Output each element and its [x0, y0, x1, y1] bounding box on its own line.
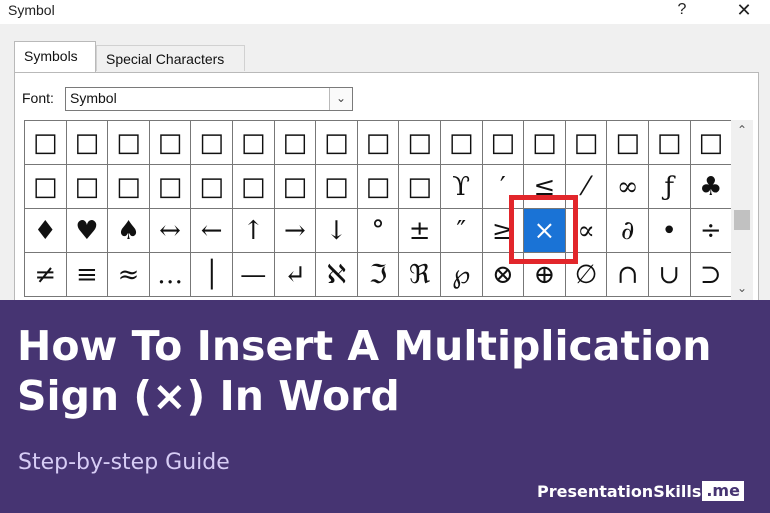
symbol-cell[interactable]: ♦: [25, 209, 67, 253]
symbol-cell[interactable]: □: [357, 165, 400, 209]
symbol-cell[interactable]: ⊕: [524, 253, 566, 297]
symbol-cell[interactable]: □: [316, 121, 358, 165]
page-title: How To Insert A Multiplication Sign (×) …: [17, 322, 712, 420]
symbol-cell[interactable]: ≈: [108, 253, 150, 297]
symbol-cell[interactable]: ℘: [440, 253, 483, 297]
symbol-cell[interactable]: □: [191, 121, 233, 165]
symbol-cell[interactable]: □: [607, 121, 649, 165]
dialog-title: Symbol: [8, 2, 55, 18]
symbol-cell[interactable]: ∩: [607, 253, 649, 297]
symbol-cell[interactable]: ⊗: [482, 253, 525, 297]
symbol-cell[interactable]: ↵: [274, 253, 317, 297]
symbol-cell[interactable]: ←: [191, 209, 233, 253]
symbol-cell[interactable]: □: [482, 121, 525, 165]
scroll-up-icon[interactable]: ⌃: [731, 120, 753, 140]
symbol-cell[interactable]: ♥: [66, 209, 109, 253]
symbol-cell[interactable]: ∝: [565, 209, 608, 253]
symbol-cell[interactable]: □: [648, 121, 691, 165]
symbol-cell[interactable]: ♠: [108, 209, 150, 253]
symbol-grid-row: ♦ ♥ ♠ ↔ ← ↑ → ↓ ° ± ″ ≥ × ∝ ∂ • ÷: [25, 209, 733, 253]
symbol-cell[interactable]: □: [232, 121, 275, 165]
symbol-cell[interactable]: □: [399, 121, 441, 165]
symbol-cell[interactable]: —: [232, 253, 275, 297]
brand-name: PresentationSkills: [537, 481, 702, 501]
grid-scrollbar[interactable]: ⌃ ⌄: [731, 120, 753, 300]
symbol-cell[interactable]: ≠: [25, 253, 67, 297]
symbol-cell[interactable]: □: [149, 121, 192, 165]
symbol-cell[interactable]: ƒ: [648, 165, 691, 209]
symbol-cell[interactable]: □: [108, 121, 150, 165]
symbol-cell[interactable]: □: [690, 121, 733, 165]
symbol-grid-row: □ □ □ □ □ □ □ □ □ □ ϒ ′ ≤ ⁄ ∞ ƒ ♣: [25, 165, 733, 209]
symbol-cell[interactable]: │: [191, 253, 233, 297]
symbol-cell[interactable]: ♣: [690, 165, 733, 209]
symbol-cell[interactable]: •: [648, 209, 691, 253]
symbol-cell[interactable]: □: [108, 165, 150, 209]
font-dropdown[interactable]: Symbol ⌄: [65, 87, 353, 111]
symbol-grid-row: ≠ ≡ ≈… │ — ↵ ℵ ℑ ℜ ℘ ⊗ ⊕ ∅ ∩ ∪ ⊃: [25, 253, 733, 297]
title-banner: How To Insert A Multiplication Sign (×) …: [0, 300, 770, 513]
symbol-cell[interactable]: □: [357, 121, 400, 165]
symbol-cell[interactable]: □: [274, 165, 317, 209]
symbol-cell[interactable]: □: [25, 165, 67, 209]
symbol-cell[interactable]: ″: [440, 209, 483, 253]
symbol-cell[interactable]: →: [274, 209, 317, 253]
symbol-cell[interactable]: □: [232, 165, 275, 209]
symbol-cell[interactable]: ≤: [524, 165, 566, 209]
brand-domain: .me: [702, 481, 744, 501]
symbol-cell[interactable]: ↓: [316, 209, 358, 253]
symbol-cell[interactable]: °: [357, 209, 400, 253]
dialog-titlebar: Symbol ? ✕: [0, 0, 770, 24]
symbol-cell[interactable]: □: [149, 165, 192, 209]
symbol-cell[interactable]: ⊃: [690, 253, 733, 297]
symbol-cell[interactable]: □: [565, 121, 608, 165]
symbol-cell[interactable]: …: [149, 253, 192, 297]
symbol-cell[interactable]: □: [440, 121, 483, 165]
symbol-cell[interactable]: ≡: [66, 253, 109, 297]
symbol-cell[interactable]: ℜ: [399, 253, 441, 297]
symbol-cell[interactable]: □: [66, 165, 109, 209]
symbol-cell[interactable]: ∞: [607, 165, 649, 209]
symbol-cell[interactable]: □: [316, 165, 358, 209]
symbol-cell[interactable]: ∅: [565, 253, 608, 297]
brand-logo: PresentationSkills .me: [537, 478, 744, 504]
symbol-cell[interactable]: ∂: [607, 209, 649, 253]
symbol-grid-row: □ □ □ □ □ □ □ □ □ □ □ □ □ □ □ □ □: [25, 121, 733, 165]
symbol-cell[interactable]: ∪: [648, 253, 691, 297]
symbol-cell[interactable]: □: [191, 165, 233, 209]
symbol-cell[interactable]: ℵ: [316, 253, 358, 297]
symbol-cell[interactable]: ′: [482, 165, 525, 209]
symbol-cell[interactable]: □: [399, 165, 441, 209]
symbol-cell[interactable]: □: [274, 121, 317, 165]
symbol-cell[interactable]: ≥: [482, 209, 525, 253]
symbol-cell[interactable]: ↑: [232, 209, 275, 253]
scroll-down-icon[interactable]: ⌄: [731, 278, 753, 298]
help-button[interactable]: ?: [664, 0, 700, 23]
symbol-dialog: Symbol ? ✕ Symbols Special Characters Fo…: [0, 0, 770, 300]
symbol-cell[interactable]: ϒ: [440, 165, 483, 209]
symbol-cell[interactable]: □: [66, 121, 109, 165]
tab-symbols[interactable]: Symbols: [14, 41, 96, 72]
symbol-cell[interactable]: ℑ: [357, 253, 400, 297]
page-subtitle: Step-by-step Guide: [18, 450, 230, 475]
chevron-down-icon[interactable]: ⌄: [329, 88, 352, 110]
symbol-grid: □ □ □ □ □ □ □ □ □ □ □ □ □ □ □ □ □ □ □ □ □ □ □ □ □ □ □ ϒ ′ ≤ ⁄ ∞ ƒ ♣ ♦ ♥ ♠ ↔ ← ↑…: [24, 120, 733, 297]
symbol-cell[interactable]: □: [524, 121, 566, 165]
symbol-cell[interactable]: ⁄: [565, 165, 608, 209]
scroll-thumb[interactable]: [734, 210, 750, 230]
tab-special-characters[interactable]: Special Characters: [96, 45, 245, 71]
symbol-cell[interactable]: ÷: [690, 209, 733, 253]
symbol-cell[interactable]: □: [25, 121, 67, 165]
close-button[interactable]: ✕: [722, 0, 766, 23]
font-label: Font:: [22, 90, 54, 106]
symbol-cell[interactable]: ±: [399, 209, 441, 253]
font-dropdown-value: Symbol: [70, 90, 117, 106]
symbol-cell[interactable]: ↔: [149, 209, 192, 253]
symbol-cell-selected[interactable]: ×: [524, 209, 566, 253]
